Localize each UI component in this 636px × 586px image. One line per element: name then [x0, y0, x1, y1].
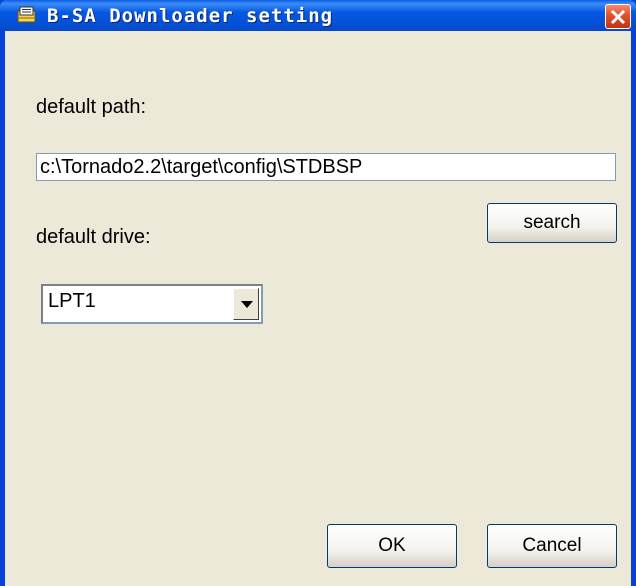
search-button[interactable]: search [487, 203, 617, 243]
default-path-input[interactable]: c:\Tornado2.2\target\config\STDBSP [36, 153, 616, 181]
window-title: B-SA Downloader setting [47, 5, 334, 27]
default-drive-label: default drive: [36, 226, 151, 248]
ok-button[interactable]: OK [327, 524, 457, 568]
default-path-label: default path: [36, 96, 147, 118]
cancel-button[interactable]: Cancel [487, 524, 617, 568]
drive-selected-value: LPT1 [48, 290, 96, 312]
close-icon [610, 9, 626, 25]
dropdown-button[interactable] [233, 288, 259, 320]
app-document-icon [16, 5, 38, 25]
chevron-down-icon [241, 301, 253, 308]
title-bar[interactable]: B-SA Downloader setting [0, 0, 636, 31]
settings-dialog: B-SA Downloader setting default path: c:… [0, 0, 636, 586]
close-button[interactable] [605, 4, 631, 29]
default-drive-select[interactable]: LPT1 [41, 284, 263, 324]
